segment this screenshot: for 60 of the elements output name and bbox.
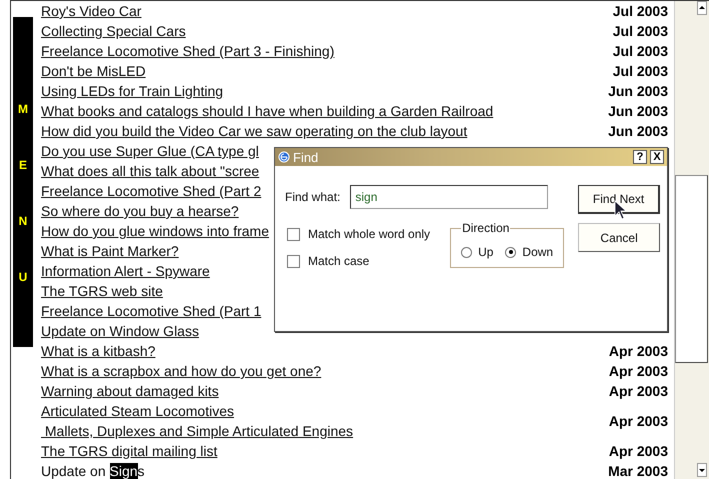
article-date: Jun 2003	[608, 103, 668, 119]
menu-letter: E	[18, 158, 27, 172]
article-link[interactable]: Warning about damaged kits	[41, 381, 219, 401]
article-link[interactable]: Articulated Steam Locomotives	[41, 401, 234, 421]
dialog-button[interactable]: Cancel	[578, 223, 660, 252]
article-link[interactable]: Update on Window Glass	[41, 321, 199, 341]
article-link[interactable]: Do you use Super Glue (CA type gl	[41, 141, 259, 161]
article-date: Apr 2003	[608, 413, 668, 429]
article-link[interactable]: What books and catalogs should I have when building a Garden Railroad	[41, 101, 494, 121]
menu-letter: N	[18, 214, 28, 228]
article-link[interactable]: What is a kitbash?	[41, 341, 156, 361]
checkbox-label: Match case	[308, 254, 370, 268]
article-link[interactable]: The TGRS web site	[41, 281, 163, 301]
article-date: Mar 2003	[608, 463, 668, 479]
group-label: Direction	[461, 221, 510, 235]
article-link[interactable]: What is a scrapbox and how do you get one?	[41, 361, 322, 381]
menu-letter: M	[18, 102, 28, 116]
checkbox[interactable]	[287, 228, 300, 240]
radio-button[interactable]	[505, 246, 516, 258]
article-link[interactable]: Freelance Locomotive Shed (Part 2	[41, 181, 262, 201]
article-date: Apr 2003	[608, 383, 668, 399]
article-link[interactable]: What does all this talk about "scree	[41, 161, 260, 181]
radio-button[interactable]	[461, 246, 472, 258]
radio-label: Down	[522, 245, 554, 259]
globe-app-icon	[278, 151, 290, 163]
article-link[interactable]: Using LEDs for Train Lighting	[41, 81, 224, 101]
article-date: Jul 2003	[612, 63, 668, 79]
article-date: Jun 2003	[608, 123, 668, 139]
checkbox[interactable]	[287, 254, 300, 268]
article-link[interactable]: Mallets, Duplexes and Simple Articulated Engines	[41, 421, 354, 441]
dialog-title: Find	[293, 150, 320, 164]
article-link[interactable]: The TGRS digital mailing list	[41, 441, 218, 461]
article-date: Jul 2003	[612, 3, 668, 19]
article-link[interactable]: How do you glue windows into frame	[41, 221, 270, 241]
article-link[interactable]: Don't be MisLED	[41, 61, 146, 81]
checkbox-label: Match whole word only	[308, 227, 430, 241]
article-link[interactable]: How did you build the Video Car we saw operating on the club layout	[41, 121, 468, 141]
article-date: Jun 2003	[608, 83, 668, 99]
scrollbar-thumb[interactable]	[675, 175, 708, 363]
article-link[interactable]: Collecting Special Cars	[41, 21, 186, 41]
dialog-button[interactable]: Find Next	[578, 185, 660, 214]
article-title: Update on Signs	[41, 462, 146, 479]
vertical-scrollbar[interactable]	[674, 1, 709, 479]
close-button[interactable]: X	[650, 150, 664, 164]
article-link[interactable]: Freelance Locomotive Shed (Part 3 - Finishing)	[41, 41, 334, 61]
help-button[interactable]: ?	[633, 150, 647, 164]
article-date: Jul 2003	[612, 43, 668, 59]
article-date: Jul 2003	[612, 23, 668, 39]
article-link[interactable]: What is Paint Marker?	[41, 241, 179, 261]
article-link[interactable]: So where do you buy a hearse?	[41, 201, 239, 221]
article-date: Apr 2003	[608, 343, 668, 359]
article-link[interactable]: Information Alert - Spyware	[41, 261, 210, 281]
article-date: Apr 2003	[608, 363, 668, 379]
field-label: Find what:	[285, 190, 340, 204]
article-link[interactable]: Freelance Locomotive Shed (Part 1	[41, 301, 262, 321]
article-link[interactable]: Roy's Video Car	[41, 1, 142, 21]
radio-label: Up	[478, 245, 494, 259]
find-what-field[interactable]: sign	[350, 185, 548, 209]
article-date: Apr 2003	[608, 443, 668, 459]
menu-letter: U	[18, 270, 28, 284]
